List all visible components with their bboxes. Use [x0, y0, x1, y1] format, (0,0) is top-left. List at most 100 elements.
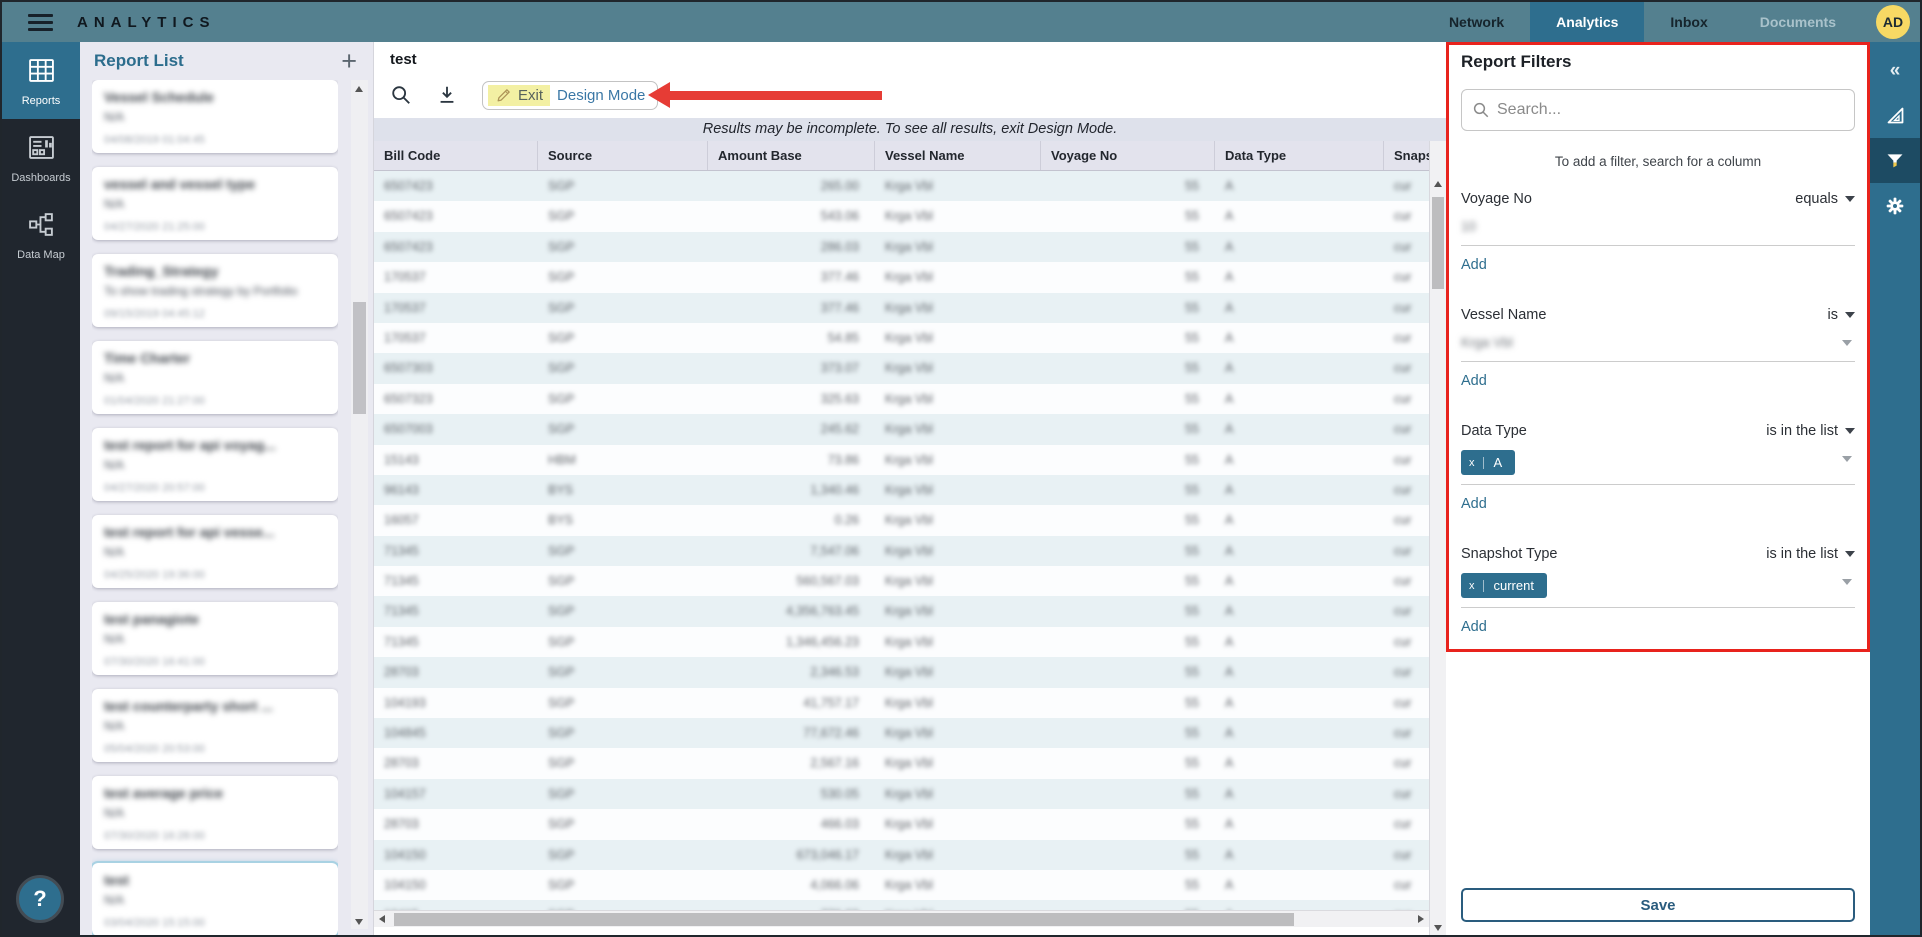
report-list-scroll-thumb[interactable] — [353, 302, 366, 414]
collapse-panel-icon[interactable]: « — [1870, 48, 1920, 93]
nav-tab-network[interactable]: Network — [1423, 2, 1530, 42]
scroll-down-icon[interactable] — [355, 919, 363, 925]
vertical-scroll-thumb[interactable] — [1432, 197, 1444, 289]
cell-value: SGP — [548, 696, 574, 710]
report-list-scrollbar[interactable] — [351, 80, 368, 929]
table-row[interactable]: 104150SGP673,046.17Krga Vbl55Acur — [374, 840, 1429, 870]
chevron-down-icon[interactable] — [1842, 456, 1852, 462]
filter-operator-dropdown[interactable]: equals — [1795, 191, 1855, 207]
report-card[interactable]: test report for api voyag...N/A04/27/202… — [92, 428, 338, 501]
report-card[interactable]: testN/A03/04/2020 15:15:00 — [92, 863, 338, 935]
table-row[interactable]: 104845SGP77,672.46Krga Vbl55Acur — [374, 718, 1429, 748]
report-card[interactable]: Trading_StrategyTo show trading strategy… — [92, 254, 338, 327]
user-avatar[interactable]: AD — [1876, 5, 1910, 39]
hamburger-menu-icon[interactable] — [28, 14, 53, 31]
filter-value-field[interactable]: 10 — [1461, 218, 1855, 246]
filter-operator-dropdown[interactable]: is in the list — [1766, 423, 1855, 439]
report-card[interactable]: Vessel ScheduleN/A04/08/2019 01:04:45 — [92, 80, 338, 153]
column-header-source[interactable]: Source — [538, 141, 708, 170]
filter-value-field[interactable]: Krga Vbl — [1461, 334, 1855, 362]
table-row[interactable]: 16057BYS0.26Krga Vbl55Acur — [374, 505, 1429, 535]
table-row[interactable]: 6507423SGP543.06Krga Vbl55Acur — [374, 201, 1429, 231]
exit-design-mode-button[interactable]: Exit Design Mode — [482, 81, 658, 110]
report-card[interactable]: test report for api vesse...N/A04/25/202… — [92, 515, 338, 588]
search-icon[interactable] — [390, 84, 412, 106]
filter-search-input[interactable]: Search... — [1461, 89, 1855, 131]
scroll-up-icon[interactable] — [355, 86, 363, 92]
nav-tab-inbox[interactable]: Inbox — [1644, 2, 1733, 42]
table-row[interactable]: 104157SGP530.05Krga Vbl55Acur — [374, 779, 1429, 809]
report-card[interactable]: Time CharterN/A01/04/2020 21:27:00 — [92, 341, 338, 414]
report-card[interactable]: test average priceN/A07/30/2020 16:28:00 — [92, 776, 338, 849]
filter-funnel-icon[interactable] — [1870, 138, 1920, 183]
table-row[interactable]: 170537SGP377.46Krga Vbl55Acur — [374, 262, 1429, 292]
table-cell: 673,046.17 — [708, 840, 875, 870]
report-card[interactable]: vessel and vessel typeN/A04/27/2020 21:2… — [92, 167, 338, 240]
table-row[interactable]: 28703SGP2,346.53Krga Vbl55Acur — [374, 657, 1429, 687]
filter-value-field[interactable]: xcurrent — [1461, 573, 1855, 608]
filter-value-field[interactable]: xA — [1461, 450, 1855, 485]
table-row[interactable]: 15143HBM73.86Krga Vbl55Acur — [374, 445, 1429, 475]
table-row[interactable]: 10415SGP776.03Krga Vbl55Acur — [374, 900, 1429, 910]
table-row[interactable]: 28703SGP466.03Krga Vbl55Acur — [374, 809, 1429, 839]
cell-value: 55 — [1185, 209, 1199, 223]
sidebar-item-dashboards[interactable]: Dashboards — [2, 119, 80, 196]
download-icon[interactable] — [436, 84, 458, 106]
table-row[interactable]: 28703SGP2,567.16Krga Vbl55Acur — [374, 748, 1429, 778]
nav-tab-documents[interactable]: Documents — [1734, 2, 1862, 42]
add-filter-value-link[interactable]: Add — [1461, 496, 1487, 512]
help-button[interactable]: ? — [16, 875, 64, 923]
table-row[interactable]: 6507423SGP265.00Krga Vbl55Acur — [374, 171, 1429, 201]
add-filter-value-link[interactable]: Add — [1461, 257, 1487, 273]
scroll-left-icon[interactable] — [379, 915, 385, 923]
add-filter-value-link[interactable]: Add — [1461, 373, 1487, 389]
add-report-button[interactable]: + — [335, 50, 363, 72]
table-row[interactable]: 104150SGP4,066.06Krga Vbl55Acur — [374, 870, 1429, 900]
remove-chip-icon[interactable]: x — [1461, 580, 1484, 592]
column-header-bill-code[interactable]: Bill Code — [374, 141, 538, 170]
scroll-up-icon[interactable] — [1434, 181, 1442, 187]
column-header-vessel-name[interactable]: Vessel Name — [875, 141, 1041, 170]
table-row[interactable]: 170537SGP54.85Krga Vbl55Acur — [374, 323, 1429, 353]
table-row[interactable]: 71345SGP560,567.03Krga Vbl55Acur — [374, 566, 1429, 596]
table-row[interactable]: 71345SGP7,547.06Krga Vbl55Acur — [374, 536, 1429, 566]
table-row[interactable]: 6507423SGP286.03Krga Vbl55Acur — [374, 232, 1429, 262]
sidebar-item-reports[interactable]: Reports — [2, 42, 80, 119]
filter-operator-dropdown[interactable]: is in the list — [1766, 546, 1855, 562]
table-row[interactable]: 71345SGP4,356,763.45Krga Vbl55Acur — [374, 596, 1429, 626]
report-card-date: 07/30/2020 16:28:00 — [104, 830, 205, 842]
sidebar-item-data-map[interactable]: Data Map — [2, 196, 80, 273]
table-row[interactable]: 104193SGP41,757.17Krga Vbl55Acur — [374, 688, 1429, 718]
table-cell: 71345 — [374, 566, 538, 596]
scroll-right-icon[interactable] — [1418, 915, 1424, 923]
cell-value: SGP — [548, 756, 574, 770]
column-header-snapshot-type[interactable]: Snapshot Type — [1384, 141, 1429, 170]
column-header-voyage-no[interactable]: Voyage No — [1041, 141, 1215, 170]
table-row[interactable]: 96143BYS1,340.46Krga Vbl55Acur — [374, 475, 1429, 505]
measure-set-square-icon[interactable] — [1870, 93, 1920, 138]
table-vertical-scrollbar[interactable] — [1429, 141, 1446, 935]
scroll-down-icon[interactable] — [1434, 925, 1442, 931]
table-horizontal-scrollbar[interactable] — [374, 910, 1429, 927]
chevron-down-icon[interactable] — [1842, 579, 1852, 585]
table-row[interactable]: 71345SGP1,346,456.23Krga Vbl55Acur — [374, 627, 1429, 657]
horizontal-scroll-thumb[interactable] — [394, 913, 1294, 926]
column-header-data-type[interactable]: Data Type — [1215, 141, 1384, 170]
pencil-icon — [495, 87, 512, 104]
filter-operator-dropdown[interactable]: is — [1828, 307, 1855, 323]
cell-value: A — [1225, 392, 1233, 406]
report-card[interactable]: test panagioteN/A07/30/2020 16:41:00 — [92, 602, 338, 675]
add-filter-value-link[interactable]: Add — [1461, 619, 1487, 635]
cell-value: 673,046.17 — [796, 848, 859, 862]
table-row[interactable]: 6507323SGP325.63Krga Vbl55Acur — [374, 384, 1429, 414]
table-row[interactable]: 170537SGP377.46Krga Vbl55Acur — [374, 293, 1429, 323]
nav-tab-analytics[interactable]: Analytics — [1530, 2, 1644, 42]
remove-chip-icon[interactable]: x — [1461, 457, 1484, 469]
chevron-down-icon[interactable] — [1842, 340, 1852, 346]
table-row[interactable]: 6507303SGP373.07Krga Vbl55Acur — [374, 353, 1429, 383]
column-header-amount-base[interactable]: Amount Base — [708, 141, 875, 170]
table-row[interactable]: 6507003SGP245.62Krga Vbl55Acur — [374, 414, 1429, 444]
gear-icon[interactable] — [1870, 183, 1920, 228]
report-card[interactable]: test counterparty short ...N/A05/04/2020… — [92, 689, 338, 762]
save-button[interactable]: Save — [1461, 888, 1855, 922]
